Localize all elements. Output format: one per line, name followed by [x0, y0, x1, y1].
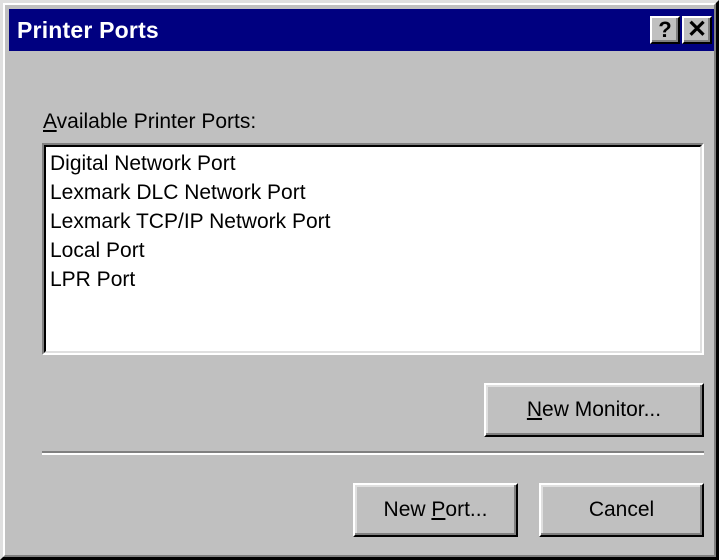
new-port-button[interactable]: New Port... [353, 483, 518, 537]
new-monitor-mnemonic: N [526, 398, 543, 421]
new-port-mnemonic: P [431, 498, 446, 521]
new-port-label-rest: ort... [445, 498, 488, 521]
new-port-label-pre: New [383, 498, 432, 521]
label-mnemonic: A [43, 110, 57, 133]
new-monitor-label: ew Monitor... [542, 398, 662, 421]
separator [42, 451, 704, 455]
cancel-button[interactable]: Cancel [539, 483, 704, 537]
list-item[interactable]: Lexmark DLC Network Port [50, 178, 330, 207]
title-bar[interactable]: Printer Ports ? ✕ [9, 9, 716, 51]
available-ports-label: Available Printer Ports: [43, 109, 256, 135]
list-item[interactable]: LPR Port [50, 265, 330, 294]
ports-listbox[interactable]: Digital Network Port Lexmark DLC Network… [42, 143, 704, 355]
label-text: vailable Printer Ports: [56, 110, 257, 133]
list-item[interactable]: Lexmark TCP/IP Network Port [50, 207, 330, 236]
list-item[interactable]: Local Port [50, 236, 330, 265]
list-item[interactable]: Digital Network Port [50, 149, 330, 178]
printer-ports-dialog: Printer Ports ? ✕ Available Printer Port… [0, 0, 719, 560]
window-title: Printer Ports [17, 17, 159, 43]
new-monitor-button[interactable]: New Monitor... [484, 383, 704, 437]
ports-list: Digital Network Port Lexmark DLC Network… [50, 149, 330, 294]
help-icon[interactable]: ? [650, 16, 680, 44]
close-icon[interactable]: ✕ [682, 16, 712, 44]
